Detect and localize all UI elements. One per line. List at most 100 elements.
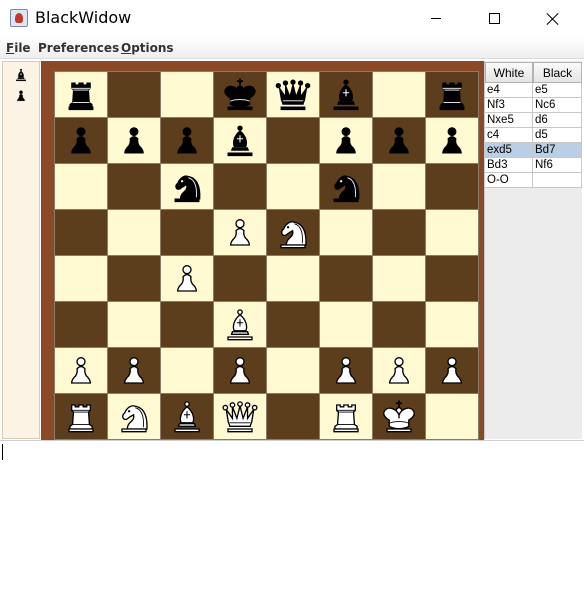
square-e7[interactable] bbox=[267, 118, 319, 163]
black-pawn-icon[interactable] bbox=[432, 121, 472, 161]
square-b1[interactable] bbox=[108, 394, 160, 439]
square-e5[interactable] bbox=[267, 210, 319, 255]
move-cell-white[interactable]: Nf3 bbox=[485, 98, 533, 113]
white-bishop-icon[interactable] bbox=[220, 305, 260, 345]
square-h8[interactable] bbox=[426, 72, 478, 117]
square-a5[interactable] bbox=[55, 210, 107, 255]
square-d8[interactable] bbox=[214, 72, 266, 117]
white-knight-icon[interactable] bbox=[273, 213, 313, 253]
square-e3[interactable] bbox=[267, 302, 319, 347]
move-row[interactable]: c4 d5 bbox=[485, 128, 582, 143]
square-g5[interactable] bbox=[373, 210, 425, 255]
square-f6[interactable] bbox=[320, 164, 372, 209]
black-pawn-icon[interactable] bbox=[379, 121, 419, 161]
column-header-white[interactable]: White bbox=[485, 62, 533, 83]
square-f1[interactable] bbox=[320, 394, 372, 439]
move-row[interactable]: e4 e5 bbox=[485, 83, 582, 98]
square-d1[interactable] bbox=[214, 394, 266, 439]
move-cell-white[interactable]: O-O bbox=[485, 173, 533, 188]
move-cell-white[interactable]: Nxe5 bbox=[485, 113, 533, 128]
square-h3[interactable] bbox=[426, 302, 478, 347]
chess-board[interactable] bbox=[54, 71, 479, 440]
square-a4[interactable] bbox=[55, 256, 107, 301]
white-pawn-icon[interactable] bbox=[167, 259, 207, 299]
black-knight-icon[interactable] bbox=[167, 167, 207, 207]
square-a8[interactable] bbox=[55, 72, 107, 117]
move-cell-white[interactable]: exd5 bbox=[485, 143, 533, 158]
square-h5[interactable] bbox=[426, 210, 478, 255]
square-a3[interactable] bbox=[55, 302, 107, 347]
black-queen-icon[interactable] bbox=[273, 75, 313, 115]
black-bishop-icon[interactable] bbox=[220, 121, 260, 161]
square-g8[interactable] bbox=[373, 72, 425, 117]
square-e6[interactable] bbox=[267, 164, 319, 209]
square-b7[interactable] bbox=[108, 118, 160, 163]
black-pawn-icon[interactable] bbox=[61, 121, 101, 161]
white-knight-icon[interactable] bbox=[114, 397, 154, 437]
move-row[interactable]: exd5 Bd7 bbox=[485, 143, 582, 158]
square-g6[interactable] bbox=[373, 164, 425, 209]
square-g2[interactable] bbox=[373, 348, 425, 393]
move-cell-black[interactable]: Bd7 bbox=[533, 143, 582, 158]
move-row[interactable]: Nf3 Nc6 bbox=[485, 98, 582, 113]
square-d6[interactable] bbox=[214, 164, 266, 209]
maximize-button[interactable] bbox=[471, 0, 517, 37]
column-header-black[interactable]: Black bbox=[533, 62, 582, 83]
black-pawn-icon[interactable] bbox=[167, 121, 207, 161]
square-g1[interactable] bbox=[373, 394, 425, 439]
square-h1[interactable] bbox=[426, 394, 478, 439]
square-d7[interactable] bbox=[214, 118, 266, 163]
move-cell-black[interactable]: Nf6 bbox=[533, 158, 582, 173]
move-cell-white[interactable]: Bd3 bbox=[485, 158, 533, 173]
white-rook-icon[interactable] bbox=[61, 397, 101, 437]
menu-file[interactable]: File bbox=[6, 41, 31, 55]
white-pawn-icon[interactable] bbox=[379, 351, 419, 391]
square-c1[interactable] bbox=[161, 394, 213, 439]
square-h4[interactable] bbox=[426, 256, 478, 301]
square-a7[interactable] bbox=[55, 118, 107, 163]
menu-preferences[interactable]: Preferences bbox=[38, 41, 119, 55]
square-f4[interactable] bbox=[320, 256, 372, 301]
square-c5[interactable] bbox=[161, 210, 213, 255]
square-c2[interactable] bbox=[161, 348, 213, 393]
move-cell-black[interactable]: d5 bbox=[533, 128, 582, 143]
white-pawn-icon[interactable] bbox=[432, 351, 472, 391]
white-bishop-icon[interactable] bbox=[167, 397, 207, 437]
console-pane[interactable] bbox=[0, 440, 584, 592]
black-rook-icon[interactable] bbox=[61, 75, 101, 115]
square-e8[interactable] bbox=[267, 72, 319, 117]
move-row[interactable]: Nxe5 d6 bbox=[485, 113, 582, 128]
white-pawn-icon[interactable] bbox=[220, 213, 260, 253]
move-cell-black[interactable]: d6 bbox=[533, 113, 582, 128]
close-button[interactable] bbox=[530, 0, 576, 37]
square-h7[interactable] bbox=[426, 118, 478, 163]
square-b8[interactable] bbox=[108, 72, 160, 117]
white-pawn-icon[interactable] bbox=[61, 351, 101, 391]
black-pawn-icon[interactable] bbox=[326, 121, 366, 161]
square-f3[interactable] bbox=[320, 302, 372, 347]
square-f5[interactable] bbox=[320, 210, 372, 255]
square-a6[interactable] bbox=[55, 164, 107, 209]
square-h2[interactable] bbox=[426, 348, 478, 393]
white-rook-icon[interactable] bbox=[326, 397, 366, 437]
square-g7[interactable] bbox=[373, 118, 425, 163]
square-d5[interactable] bbox=[214, 210, 266, 255]
square-c4[interactable] bbox=[161, 256, 213, 301]
square-c7[interactable] bbox=[161, 118, 213, 163]
square-g4[interactable] bbox=[373, 256, 425, 301]
menu-options[interactable]: Options bbox=[121, 41, 174, 55]
square-f2[interactable] bbox=[320, 348, 372, 393]
move-row[interactable]: O-O bbox=[485, 173, 582, 188]
square-g3[interactable] bbox=[373, 302, 425, 347]
square-b6[interactable] bbox=[108, 164, 160, 209]
square-c8[interactable] bbox=[161, 72, 213, 117]
white-pawn-icon[interactable] bbox=[326, 351, 366, 391]
white-king-icon[interactable] bbox=[379, 397, 419, 437]
square-e4[interactable] bbox=[267, 256, 319, 301]
move-cell-white[interactable]: e4 bbox=[485, 83, 533, 98]
move-cell-black[interactable] bbox=[533, 173, 582, 188]
square-b3[interactable] bbox=[108, 302, 160, 347]
square-e1[interactable] bbox=[267, 394, 319, 439]
square-d4[interactable] bbox=[214, 256, 266, 301]
square-b2[interactable] bbox=[108, 348, 160, 393]
